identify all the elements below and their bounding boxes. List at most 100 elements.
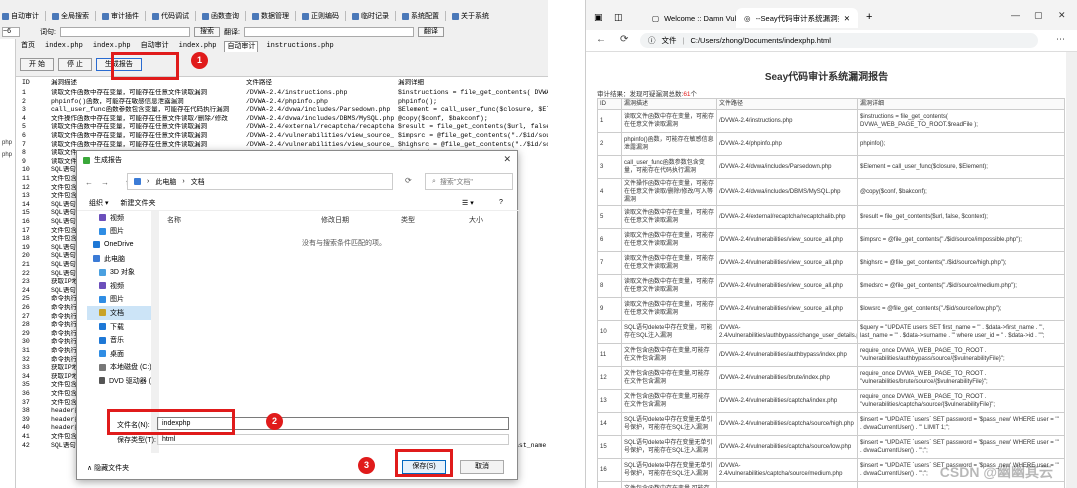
breadcrumb-this-pc[interactable]: 此电脑 bbox=[155, 177, 176, 187]
report-row: 15 SQL语句delete中存在变量无单引号保护，可能存在SQL注入漏洞/DVW… bbox=[597, 435, 1065, 459]
translate-input[interactable] bbox=[243, 27, 414, 37]
result-cell-id: 30 bbox=[22, 338, 30, 346]
hide-folders-toggle[interactable]: ∧ 隐藏文件夹 bbox=[87, 463, 129, 473]
mode-dropdown[interactable]: ~6 bbox=[2, 27, 20, 37]
keyword-input[interactable] bbox=[59, 27, 190, 37]
annotation-number-2: 2 bbox=[266, 413, 283, 430]
new-tab-icon[interactable]: + bbox=[866, 11, 872, 23]
breadcrumb[interactable]: › 此电脑 › 文档 bbox=[127, 173, 393, 190]
col-path-header[interactable]: 文件路径 bbox=[246, 79, 394, 87]
nav-tree-label: 本地磁盘 (C:) bbox=[110, 364, 152, 372]
col-detail-header[interactable]: 漏洞详细 bbox=[398, 79, 548, 87]
refresh-icon[interactable]: ⟳ bbox=[405, 176, 412, 185]
cancel-button[interactable]: 取消 bbox=[460, 460, 504, 474]
col-name[interactable]: 名称 bbox=[167, 215, 181, 225]
forward-arrow-icon[interactable]: → bbox=[101, 178, 109, 187]
help-icon[interactable]: ? bbox=[499, 199, 503, 206]
editor-tab[interactable]: 自动审计 bbox=[224, 41, 259, 52]
result-cell-id: 36 bbox=[22, 390, 30, 397]
nav-tree-item[interactable]: 下载 bbox=[87, 320, 158, 334]
nav-tree-item[interactable]: 图片 bbox=[87, 293, 158, 307]
close-icon[interactable]: ✕ bbox=[503, 154, 511, 165]
report-cell: 读取文件函数中存在变量，可能存在任意文件读取漏洞 bbox=[621, 251, 717, 275]
summary-label: 审计结果：发现可疑漏洞总数: bbox=[597, 91, 684, 98]
menu-item[interactable]: 系统配置 bbox=[402, 11, 439, 21]
search-button[interactable]: 搜索 bbox=[193, 27, 220, 37]
more-options-icon[interactable]: ⋯ bbox=[1056, 34, 1065, 45]
page-scrollbar[interactable] bbox=[1066, 52, 1077, 488]
maximize-icon[interactable]: ▢ bbox=[1034, 10, 1043, 21]
tab-actions-icon[interactable]: ◫ bbox=[614, 12, 623, 23]
annotation-box-2 bbox=[107, 409, 235, 435]
editor-tab[interactable]: index.php bbox=[177, 41, 219, 52]
report-cell: 9 bbox=[597, 297, 622, 321]
menu-item[interactable]: 代码调试 bbox=[152, 11, 189, 21]
menu-separator bbox=[445, 11, 446, 21]
folder-icon bbox=[99, 282, 106, 290]
view-options-icon[interactable]: ☰ ▾ bbox=[462, 199, 474, 207]
menu-item[interactable]: 函数查询 bbox=[202, 11, 239, 21]
start-button[interactable]: 开 始 bbox=[20, 58, 54, 71]
nav-tree-item[interactable]: DVD 驱动器 (D: bbox=[87, 374, 158, 388]
annotation-box-1 bbox=[111, 52, 179, 80]
back-arrow-icon[interactable]: ← bbox=[85, 178, 93, 187]
browser-menu-icon[interactable]: ▣ bbox=[594, 12, 603, 23]
report-cell: /DVWA-2.4/dvwa/includes/Parsedown.php bbox=[716, 155, 858, 179]
nav-tree-item[interactable]: 桌面 bbox=[87, 347, 158, 361]
close-tab-icon[interactable]: ✕ bbox=[844, 14, 850, 23]
menu-item[interactable]: 关于系统 bbox=[452, 11, 489, 21]
minimize-icon[interactable]: — bbox=[1011, 10, 1020, 20]
nav-tree-label: 视频 bbox=[110, 214, 124, 222]
file-tree-item[interactable]: php bbox=[0, 137, 15, 149]
report-header-row: ID 漏洞描述 文件路径 漏洞详细 bbox=[597, 98, 1065, 110]
menu-item[interactable]: 数据管理 bbox=[252, 11, 289, 21]
col-date[interactable]: 修改日期 bbox=[321, 215, 349, 225]
result-cell-id: 23 bbox=[22, 278, 30, 286]
editor-tab[interactable]: index.php bbox=[43, 41, 85, 52]
report-cell: 读取文件函数中存在变量，可能存在任意文件读取漏洞 bbox=[621, 274, 717, 298]
file-tree-item[interactable]: php bbox=[0, 149, 15, 161]
close-window-icon[interactable]: ✕ bbox=[1058, 10, 1066, 21]
col-id-header[interactable]: ID bbox=[22, 79, 52, 87]
editor-tab[interactable]: 首页 bbox=[19, 41, 37, 52]
report-row: 8 读取文件函数中存在变量，可能存在任意文件读取漏洞/DVWA-2.4/vulne… bbox=[597, 274, 1065, 298]
nav-tree-item[interactable]: 文档 bbox=[87, 306, 158, 320]
nav-tree-item[interactable]: 音乐 bbox=[87, 333, 158, 347]
nav-tree-label: 3D 对象 bbox=[110, 269, 135, 277]
nav-tree-item[interactable]: 本地磁盘 (C:) bbox=[87, 361, 158, 375]
stop-button[interactable]: 停 止 bbox=[57, 58, 92, 71]
report-row: 10 SQL语句delete中存在变量，可能存在SQL注入漏洞/DVWA-2.4/… bbox=[597, 320, 1065, 344]
refresh-icon[interactable]: ⟳ bbox=[620, 34, 628, 45]
nav-tree-item[interactable]: 3D 对象 bbox=[87, 265, 158, 279]
organize-menu[interactable]: 组织 ▾ bbox=[89, 198, 108, 208]
search-box[interactable]: ⌕ 搜索"文档" bbox=[425, 173, 513, 190]
nav-tree-item[interactable]: OneDrive bbox=[87, 238, 158, 252]
report-cell: 5 bbox=[597, 205, 622, 229]
new-folder-button[interactable]: 新建文件夹 bbox=[120, 198, 155, 208]
col-type[interactable]: 类型 bbox=[401, 215, 415, 225]
report-row: 14 SQL语句delete中存在变量无单引号保护，可能存在SQL注入漏洞/DVW… bbox=[597, 412, 1065, 436]
translate-button[interactable]: 翻译 bbox=[417, 27, 444, 37]
nav-tree-item[interactable]: 此电脑 bbox=[87, 252, 158, 266]
report-cell: /DVWA-2.4/vulnerabilities/authbypass/cha… bbox=[716, 320, 858, 344]
empty-list-message: 没有与搜索条件匹配的项。 bbox=[302, 240, 386, 247]
menu-item[interactable]: 临时记录 bbox=[352, 11, 389, 21]
tab-seay-report[interactable]: ◎ --Seay代码审计系统漏洞报告 ✕ bbox=[736, 8, 858, 28]
menu-item[interactable]: 全局搜索 bbox=[52, 11, 89, 21]
nav-tree-item[interactable]: 图片 bbox=[87, 225, 158, 239]
editor-tab[interactable]: index.php bbox=[91, 41, 133, 52]
back-icon[interactable]: ← bbox=[596, 34, 606, 45]
menu-item[interactable]: 正则编码 bbox=[302, 11, 339, 21]
address-bar[interactable]: ⓘ 文件 | C:/Users/zhong/Documents/indexphp… bbox=[640, 33, 1038, 48]
breadcrumb-documents[interactable]: 文档 bbox=[191, 177, 205, 187]
col-size[interactable]: 大小 bbox=[469, 215, 483, 225]
menu-item[interactable]: 审计插件 bbox=[102, 11, 139, 21]
nav-tree-item[interactable]: 视频 bbox=[87, 211, 158, 225]
result-cell-detail: @copy($conf, $bakconf); bbox=[398, 114, 488, 122]
col-desc-header[interactable]: 漏洞描述 bbox=[51, 79, 243, 87]
menu-item[interactable]: 自动审计 bbox=[2, 11, 39, 21]
editor-tab[interactable]: instructions.php bbox=[264, 41, 335, 52]
filetype-select[interactable]: html bbox=[157, 434, 509, 445]
nav-tree-item[interactable]: 视频 bbox=[87, 279, 158, 293]
editor-tab[interactable]: 自动审计 bbox=[139, 41, 171, 52]
